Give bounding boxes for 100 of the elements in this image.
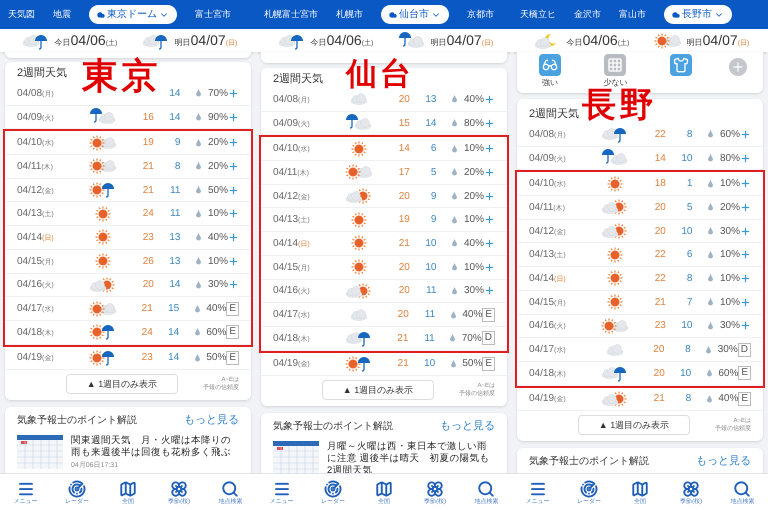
location-tab[interactable]: 札幌市 (336, 8, 363, 22)
plus-icon[interactable] (484, 166, 495, 178)
high-temp: 20 (654, 226, 666, 237)
low-temp: 5 (430, 166, 436, 178)
flower-icon (170, 480, 188, 498)
high-temp: 20 (398, 309, 409, 320)
low-temp: 10 (425, 238, 436, 249)
rain-chance: 60% (717, 366, 738, 381)
reliability-grade: E (226, 350, 240, 365)
rain-chance: 20% (206, 136, 228, 150)
index-label: 少ない (603, 77, 628, 88)
plus-icon[interactable] (228, 256, 239, 267)
plus-icon[interactable] (484, 143, 495, 154)
high-temp: 14 (654, 152, 666, 164)
rain-chance: 70% (206, 86, 228, 101)
location-tab[interactable]: 仙台市 (381, 5, 449, 24)
plus-icon[interactable] (740, 178, 751, 190)
reliability-grade: E (226, 302, 240, 316)
plus-icon[interactable] (484, 214, 495, 226)
more-link[interactable]: もっと見る (440, 418, 495, 435)
location-tab[interactable]: 長野市 (664, 5, 732, 24)
article-title[interactable]: 関東週間天気 月・火曜は本降りの雨も来週後半は回復も花粉多く飛ぶ (71, 434, 239, 459)
map-icon (118, 480, 137, 498)
plus-icon[interactable] (484, 262, 495, 273)
rain-chance: 40% (206, 230, 228, 245)
high-temp: 23 (142, 232, 154, 243)
plus-icon[interactable] (740, 296, 751, 308)
high-temp: 22 (654, 128, 666, 140)
show-first-week-button[interactable]: ▲ 1週目のみ表示 (66, 374, 178, 394)
rain-chance: 10% (718, 248, 740, 262)
radar-icon (68, 480, 86, 498)
plus-icon[interactable] (228, 112, 239, 123)
plus-icon[interactable] (484, 190, 495, 202)
drop-icon (194, 304, 200, 313)
plus-icon[interactable] (740, 272, 751, 284)
location-tab[interactable]: 富山市 (619, 8, 646, 22)
location-tab[interactable]: 京都市 (467, 8, 494, 22)
plus-icon[interactable] (484, 285, 495, 296)
plus-icon[interactable] (740, 152, 751, 164)
plus-icon[interactable] (740, 202, 751, 213)
high-temp: 21 (654, 296, 666, 308)
location-tab[interactable]: 東京ドーム (89, 5, 177, 24)
show-first-week-button[interactable]: ▲ 1週目のみ表示 (578, 415, 690, 436)
drop-icon (708, 203, 714, 212)
low-temp: 8 (686, 128, 692, 140)
plus-icon[interactable] (228, 208, 239, 220)
low-temp: 14 (168, 326, 180, 338)
search-icon (477, 480, 496, 498)
city-label: 東京 (82, 58, 162, 94)
cloud-icon (97, 10, 105, 18)
drop-icon (708, 180, 714, 188)
plus-icon[interactable] (228, 232, 239, 243)
drop-icon (706, 369, 712, 378)
low-temp: 14 (169, 112, 180, 123)
map-icon (374, 480, 393, 498)
rain-chance: 10% (718, 272, 740, 286)
plus-icon[interactable] (484, 238, 495, 249)
location-tab[interactable]: 天気図 (8, 8, 35, 22)
location-tab[interactable]: 富士宮市 (195, 8, 231, 22)
card-title: 気象予報士のポイント解説 (529, 454, 649, 469)
plus-icon[interactable] (740, 249, 751, 260)
table-thumbnail (17, 434, 63, 469)
location-tab[interactable]: 札幌富士宮市 (264, 8, 318, 22)
plus-icon[interactable] (484, 94, 495, 105)
add-icon[interactable] (729, 58, 748, 76)
low-temp: 9 (430, 190, 436, 202)
plus-icon[interactable] (228, 137, 239, 148)
flower-icon (682, 480, 700, 498)
plus-icon[interactable] (228, 88, 239, 99)
rain-chance: 10% (718, 177, 740, 192)
drop-icon (196, 138, 202, 147)
plus-icon[interactable] (228, 184, 239, 196)
location-tab[interactable]: 地震 (53, 8, 71, 22)
high-temp: 21 (142, 303, 153, 314)
plus-icon[interactable] (740, 128, 751, 140)
low-temp: 10 (425, 262, 436, 273)
plus-icon[interactable] (228, 160, 239, 172)
drop-icon (708, 227, 714, 236)
plus-icon[interactable] (740, 226, 751, 237)
more-link[interactable]: もっと見る (184, 412, 239, 429)
radar-icon (580, 480, 598, 498)
more-link[interactable]: もっと見る (696, 453, 751, 470)
drop-icon (196, 162, 202, 170)
location-tab[interactable]: 金沢市 (574, 8, 601, 22)
cloud-icon (389, 10, 397, 18)
high-temp: 15 (398, 118, 410, 129)
drop-icon (196, 89, 202, 98)
show-first-week-button[interactable]: ▲ 1週目のみ表示 (322, 380, 434, 400)
location-tab[interactable]: 天橋立ヒ (520, 8, 556, 22)
drop-icon (196, 233, 202, 242)
search-icon (221, 480, 240, 498)
reliability-grade: E (738, 366, 752, 380)
high-temp: 22 (654, 249, 666, 260)
drop-icon (196, 280, 202, 289)
plus-icon[interactable] (484, 118, 495, 129)
plus-icon[interactable] (228, 279, 239, 290)
low-temp: 11 (170, 184, 180, 196)
high-temp: 20 (398, 262, 410, 273)
plus-icon[interactable] (740, 320, 751, 332)
high-temp: 20 (653, 344, 664, 356)
